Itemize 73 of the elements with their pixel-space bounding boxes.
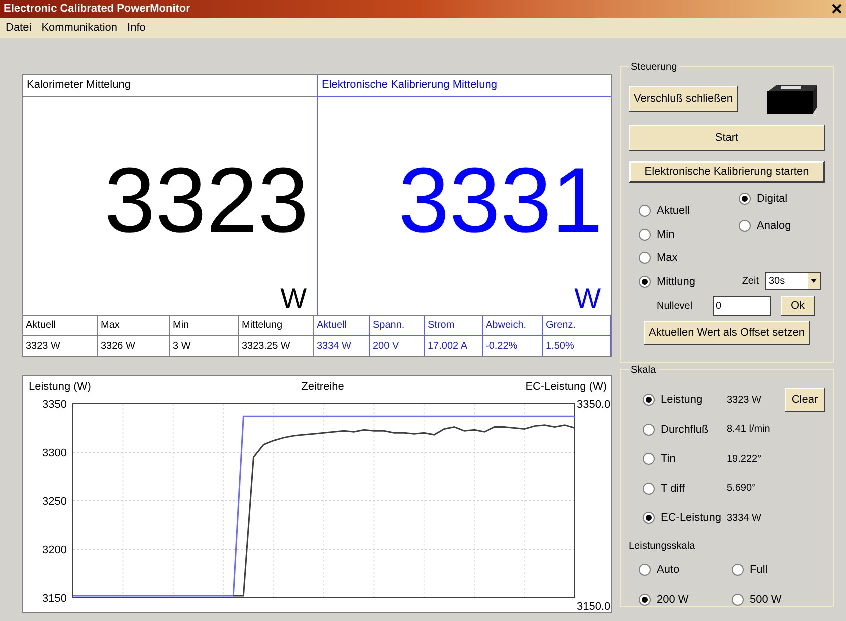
radio-button[interactable]: Aktuell [639, 203, 739, 220]
radio-button[interactable]: Leistung [643, 392, 727, 408]
table-cell: 3334 W [314, 336, 370, 356]
caret-icon [808, 273, 820, 289]
nullevel-field[interactable]: 0 [713, 296, 771, 316]
table-cell: 3326 W [98, 336, 170, 356]
table-cell: 200 V [370, 336, 425, 356]
column-header: Aktuell [314, 316, 370, 336]
clear-button[interactable]: Clear [785, 388, 825, 412]
radio-button[interactable]: 500 W [732, 592, 825, 608]
menu-item[interactable]: Datei [6, 20, 32, 36]
table-cell: 3323.25 W [239, 336, 314, 356]
radio-button[interactable]: Max [639, 250, 739, 266]
radio-button[interactable]: T diff [643, 480, 727, 497]
signal-value: 3334 W [727, 512, 762, 526]
signal-value: 5.690° [727, 482, 756, 496]
table-cell: -0.22% [483, 336, 543, 356]
radio-button[interactable]: Full [732, 562, 825, 578]
unit-label: W [280, 285, 307, 313]
zeit-label: Zeit [742, 274, 759, 288]
column-header: Spann. [370, 316, 425, 336]
signal-value: 19.222° [727, 452, 762, 467]
radio-button[interactable]: EC-Leistung [643, 510, 727, 526]
column-header: Grenz. [543, 316, 611, 336]
radio-button[interactable]: Durchfluß [643, 422, 727, 438]
radio-button[interactable]: Mittlung [639, 274, 739, 290]
shutter-button[interactable]: Verschluß schließen [629, 86, 738, 112]
display-title: Elektronische Kalibrierung Mittelung [318, 75, 611, 97]
big-reading: 3323 [104, 155, 309, 247]
calibration-button[interactable]: Elektronische Kalibrierung starten [629, 161, 825, 183]
range-title: Leistungsskala [629, 540, 696, 554]
signal-value: 3323 W [727, 394, 762, 408]
offset-button[interactable]: Aktuellen Wert als Offset setzen [644, 321, 810, 345]
table-cell: 1.50% [543, 336, 611, 356]
column-header: Strom [425, 316, 483, 336]
right-axis-label: EC-Leistung (W) [526, 381, 607, 393]
shutter-box-icon [765, 83, 819, 115]
signal-value: 8.41 l/min [727, 423, 770, 438]
column-header: Abweich. [483, 316, 543, 336]
right-tick-label: 3150.0 [577, 601, 611, 612]
radio-button[interactable]: Digital [739, 191, 792, 208]
close-icon[interactable] [832, 4, 842, 14]
table-cell: 3323 W [23, 336, 98, 356]
y-tick-label: 3200 [42, 544, 67, 556]
chart-title: Zeitreihe [302, 381, 344, 393]
table-cell: 17.002 A [425, 336, 483, 356]
y-tick-label: 3250 [42, 496, 67, 508]
y-tick-label: 3150 [42, 593, 67, 605]
right-tick-label: 3350.0 [577, 399, 611, 411]
column-header: Min [170, 316, 239, 336]
table-cell: 3 W [170, 336, 239, 356]
menu-item[interactable]: Info [128, 20, 146, 36]
display-title: Kalorimeter Mittelung [23, 75, 317, 97]
group-title: Steuerung [629, 60, 680, 75]
menu-item[interactable]: Kommunikation [42, 20, 118, 36]
radio-button[interactable]: Min [639, 226, 739, 243]
column-header: Mittelung [239, 316, 314, 336]
window-title: Electronic Calibrated PowerMonitor [4, 2, 190, 17]
radio-button[interactable]: 200 W [639, 592, 732, 608]
ok-button[interactable]: Ok [781, 296, 815, 316]
unit-label: W [574, 285, 601, 313]
radio-button[interactable]: Analog [739, 218, 792, 234]
radio-button[interactable]: Tin [643, 451, 727, 468]
radio-button[interactable]: Auto [639, 562, 732, 578]
column-header: Max [98, 316, 170, 336]
y-axis-label: Leistung (W) [29, 381, 92, 393]
start-button[interactable]: Start [629, 125, 825, 151]
nullevel-label: Nullevel [657, 300, 694, 314]
column-header: Aktuell [23, 316, 98, 336]
big-reading: 3331 [398, 155, 603, 247]
y-tick-label: 3300 [42, 448, 67, 460]
zeit-dropdown[interactable]: 30s [765, 272, 821, 290]
y-tick-label: 3350 [42, 399, 67, 411]
